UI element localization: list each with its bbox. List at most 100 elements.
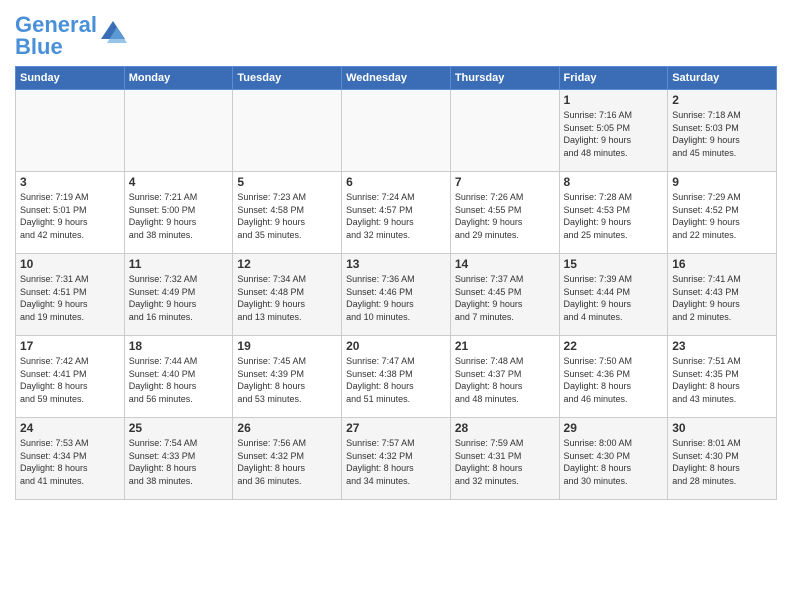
day-number: 1 — [564, 93, 664, 107]
calendar-cell: 26 Sunrise: 7:56 AM Sunset: 4:32 PM Dayli… — [233, 418, 342, 500]
calendar-cell: 30 Sunrise: 8:01 AM Sunset: 4:30 PM Dayli… — [668, 418, 777, 500]
day-info: Sunrise: 7:34 AM Sunset: 4:48 PM Dayligh… — [237, 273, 337, 323]
day-info: Sunrise: 7:31 AM Sunset: 4:51 PM Dayligh… — [20, 273, 120, 323]
calendar-cell: 6 Sunrise: 7:24 AM Sunset: 4:57 PM Daylig… — [342, 172, 451, 254]
weekday-header-row: SundayMondayTuesdayWednesdayThursdayFrid… — [16, 67, 777, 90]
day-number: 24 — [20, 421, 120, 435]
calendar-cell: 3 Sunrise: 7:19 AM Sunset: 5:01 PM Daylig… — [16, 172, 125, 254]
day-info: Sunrise: 7:26 AM Sunset: 4:55 PM Dayligh… — [455, 191, 555, 241]
day-info: Sunrise: 7:29 AM Sunset: 4:52 PM Dayligh… — [672, 191, 772, 241]
day-info: Sunrise: 7:59 AM Sunset: 4:31 PM Dayligh… — [455, 437, 555, 487]
day-info: Sunrise: 7:39 AM Sunset: 4:44 PM Dayligh… — [564, 273, 664, 323]
day-info: Sunrise: 7:48 AM Sunset: 4:37 PM Dayligh… — [455, 355, 555, 405]
day-info: Sunrise: 7:42 AM Sunset: 4:41 PM Dayligh… — [20, 355, 120, 405]
day-number: 9 — [672, 175, 772, 189]
calendar-cell: 14 Sunrise: 7:37 AM Sunset: 4:45 PM Dayli… — [450, 254, 559, 336]
day-info: Sunrise: 7:36 AM Sunset: 4:46 PM Dayligh… — [346, 273, 446, 323]
day-number: 5 — [237, 175, 337, 189]
day-number: 30 — [672, 421, 772, 435]
calendar-cell: 25 Sunrise: 7:54 AM Sunset: 4:33 PM Dayli… — [124, 418, 233, 500]
day-info: Sunrise: 7:45 AM Sunset: 4:39 PM Dayligh… — [237, 355, 337, 405]
day-number: 20 — [346, 339, 446, 353]
day-info: Sunrise: 7:50 AM Sunset: 4:36 PM Dayligh… — [564, 355, 664, 405]
calendar-cell: 4Sunrise: 7:21 AM Sunset: 5:00 PM Daylig… — [124, 172, 233, 254]
logo-icon — [99, 19, 127, 47]
calendar-cell — [233, 90, 342, 172]
calendar-cell: 2 Sunrise: 7:18 AM Sunset: 5:03 PM Daylig… — [668, 90, 777, 172]
day-number: 2 — [672, 93, 772, 107]
week-row-3: 10Sunrise: 7:31 AM Sunset: 4:51 PM Dayli… — [16, 254, 777, 336]
day-number: 25 — [129, 421, 229, 435]
day-info: Sunrise: 7:54 AM Sunset: 4:33 PM Dayligh… — [129, 437, 229, 487]
day-number: 8 — [564, 175, 664, 189]
calendar-cell: 11 Sunrise: 7:32 AM Sunset: 4:49 PM Dayli… — [124, 254, 233, 336]
day-number: 13 — [346, 257, 446, 271]
day-number: 7 — [455, 175, 555, 189]
day-info: Sunrise: 7:18 AM Sunset: 5:03 PM Dayligh… — [672, 109, 772, 159]
calendar-cell: 27Sunrise: 7:57 AM Sunset: 4:32 PM Dayli… — [342, 418, 451, 500]
calendar-cell: 5 Sunrise: 7:23 AM Sunset: 4:58 PM Daylig… — [233, 172, 342, 254]
day-number: 22 — [564, 339, 664, 353]
day-info: Sunrise: 7:24 AM Sunset: 4:57 PM Dayligh… — [346, 191, 446, 241]
calendar-cell: 7 Sunrise: 7:26 AM Sunset: 4:55 PM Daylig… — [450, 172, 559, 254]
day-number: 12 — [237, 257, 337, 271]
calendar-cell: 1Sunrise: 7:16 AM Sunset: 5:05 PM Daylig… — [559, 90, 668, 172]
day-number: 23 — [672, 339, 772, 353]
calendar-cell: 9 Sunrise: 7:29 AM Sunset: 4:52 PM Daylig… — [668, 172, 777, 254]
day-number: 29 — [564, 421, 664, 435]
day-info: Sunrise: 8:01 AM Sunset: 4:30 PM Dayligh… — [672, 437, 772, 487]
calendar-cell: 8 Sunrise: 7:28 AM Sunset: 4:53 PM Daylig… — [559, 172, 668, 254]
day-number: 16 — [672, 257, 772, 271]
day-info: Sunrise: 7:19 AM Sunset: 5:01 PM Dayligh… — [20, 191, 120, 241]
week-row-2: 3 Sunrise: 7:19 AM Sunset: 5:01 PM Daylig… — [16, 172, 777, 254]
day-number: 6 — [346, 175, 446, 189]
day-info: Sunrise: 7:56 AM Sunset: 4:32 PM Dayligh… — [237, 437, 337, 487]
calendar-cell: 24Sunrise: 7:53 AM Sunset: 4:34 PM Dayli… — [16, 418, 125, 500]
calendar-cell: 22 Sunrise: 7:50 AM Sunset: 4:36 PM Dayli… — [559, 336, 668, 418]
header: General Blue — [15, 10, 777, 58]
day-info: Sunrise: 7:21 AM Sunset: 5:00 PM Dayligh… — [129, 191, 229, 241]
calendar-cell: 28 Sunrise: 7:59 AM Sunset: 4:31 PM Dayli… — [450, 418, 559, 500]
calendar-cell: 29Sunrise: 8:00 AM Sunset: 4:30 PM Dayli… — [559, 418, 668, 500]
weekday-friday: Friday — [559, 67, 668, 90]
week-row-5: 24Sunrise: 7:53 AM Sunset: 4:34 PM Dayli… — [16, 418, 777, 500]
week-row-1: 1Sunrise: 7:16 AM Sunset: 5:05 PM Daylig… — [16, 90, 777, 172]
day-info: Sunrise: 7:44 AM Sunset: 4:40 PM Dayligh… — [129, 355, 229, 405]
weekday-saturday: Saturday — [668, 67, 777, 90]
calendar-cell: 19 Sunrise: 7:45 AM Sunset: 4:39 PM Dayli… — [233, 336, 342, 418]
day-number: 26 — [237, 421, 337, 435]
calendar-cell: 15Sunrise: 7:39 AM Sunset: 4:44 PM Dayli… — [559, 254, 668, 336]
page: General Blue SundayMondayTuesdayWednesda… — [0, 0, 792, 612]
day-info: Sunrise: 7:28 AM Sunset: 4:53 PM Dayligh… — [564, 191, 664, 241]
calendar-cell — [450, 90, 559, 172]
day-number: 21 — [455, 339, 555, 353]
weekday-tuesday: Tuesday — [233, 67, 342, 90]
weekday-sunday: Sunday — [16, 67, 125, 90]
calendar-cell — [342, 90, 451, 172]
day-info: Sunrise: 7:51 AM Sunset: 4:35 PM Dayligh… — [672, 355, 772, 405]
week-row-4: 17 Sunrise: 7:42 AM Sunset: 4:41 PM Dayli… — [16, 336, 777, 418]
day-number: 19 — [237, 339, 337, 353]
day-info: Sunrise: 7:32 AM Sunset: 4:49 PM Dayligh… — [129, 273, 229, 323]
day-number: 3 — [20, 175, 120, 189]
day-number: 17 — [20, 339, 120, 353]
day-number: 18 — [129, 339, 229, 353]
day-number: 27 — [346, 421, 446, 435]
calendar-cell — [16, 90, 125, 172]
calendar-cell — [124, 90, 233, 172]
day-info: Sunrise: 7:47 AM Sunset: 4:38 PM Dayligh… — [346, 355, 446, 405]
calendar-cell: 17 Sunrise: 7:42 AM Sunset: 4:41 PM Dayli… — [16, 336, 125, 418]
day-number: 14 — [455, 257, 555, 271]
weekday-wednesday: Wednesday — [342, 67, 451, 90]
calendar-cell: 21 Sunrise: 7:48 AM Sunset: 4:37 PM Dayli… — [450, 336, 559, 418]
weekday-thursday: Thursday — [450, 67, 559, 90]
day-info: Sunrise: 7:23 AM Sunset: 4:58 PM Dayligh… — [237, 191, 337, 241]
day-number: 11 — [129, 257, 229, 271]
day-number: 28 — [455, 421, 555, 435]
calendar-cell: 23 Sunrise: 7:51 AM Sunset: 4:35 PM Dayli… — [668, 336, 777, 418]
day-info: Sunrise: 7:41 AM Sunset: 4:43 PM Dayligh… — [672, 273, 772, 323]
calendar-cell: 20 Sunrise: 7:47 AM Sunset: 4:38 PM Dayli… — [342, 336, 451, 418]
day-info: Sunrise: 7:37 AM Sunset: 4:45 PM Dayligh… — [455, 273, 555, 323]
calendar-cell: 12 Sunrise: 7:34 AM Sunset: 4:48 PM Dayli… — [233, 254, 342, 336]
weekday-monday: Monday — [124, 67, 233, 90]
